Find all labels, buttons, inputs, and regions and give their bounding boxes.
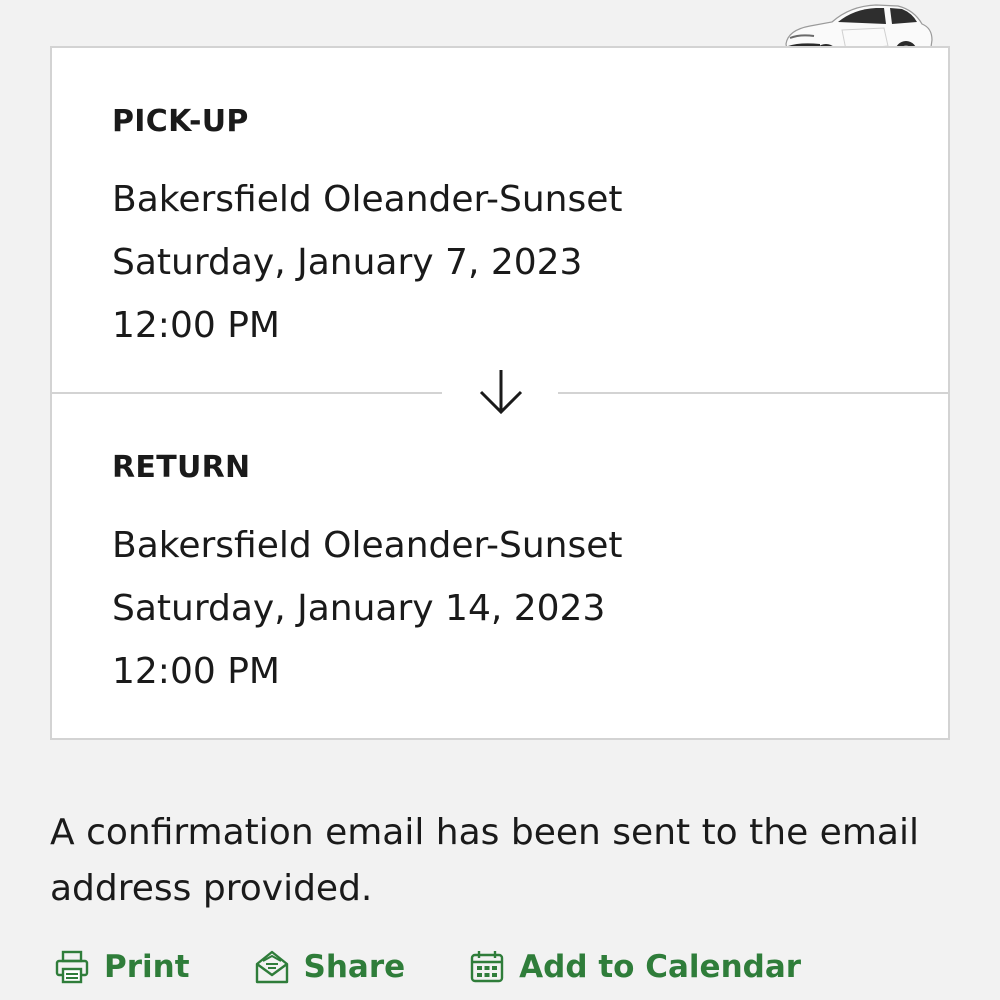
add-to-calendar-button[interactable]: Add to Calendar [469, 949, 801, 985]
return-section: RETURN Bakersfield Oleander-Sunset Satur… [112, 450, 623, 703]
printer-icon [55, 950, 89, 984]
action-bar: Print Share Add to Calendar [54, 942, 801, 992]
calendar-icon [470, 951, 504, 983]
trip-details-card: PICK-UP Bakersfield Oleander-Sunset Satu… [50, 46, 950, 740]
share-envelope-icon [255, 950, 288, 984]
pickup-time: 12:00 PM [112, 305, 280, 346]
print-label: Print [104, 949, 190, 985]
add-to-calendar-label: Add to Calendar [519, 949, 802, 985]
arrow-down-icon [479, 370, 523, 415]
reservation-confirmation-page: PICK-UP Bakersfield Oleander-Sunset Satu… [0, 0, 1000, 1000]
print-button[interactable]: Print [54, 949, 190, 985]
divider-right [558, 392, 948, 394]
return-label: RETURN [112, 450, 251, 485]
pickup-location: Bakersfield Oleander-Sunset [112, 179, 623, 220]
pickup-label: PICK-UP [112, 104, 249, 139]
confirmation-message: A confirmation email has been sent to th… [50, 812, 919, 909]
share-label: Share [303, 949, 406, 985]
share-button[interactable]: Share [254, 949, 406, 985]
divider-left [52, 392, 442, 394]
pickup-section: PICK-UP Bakersfield Oleander-Sunset Satu… [112, 104, 623, 357]
pickup-date: Saturday, January 7, 2023 [112, 242, 583, 283]
return-location: Bakersfield Oleander-Sunset [112, 525, 623, 566]
return-date: Saturday, January 14, 2023 [112, 588, 606, 629]
return-time: 12:00 PM [112, 651, 280, 692]
